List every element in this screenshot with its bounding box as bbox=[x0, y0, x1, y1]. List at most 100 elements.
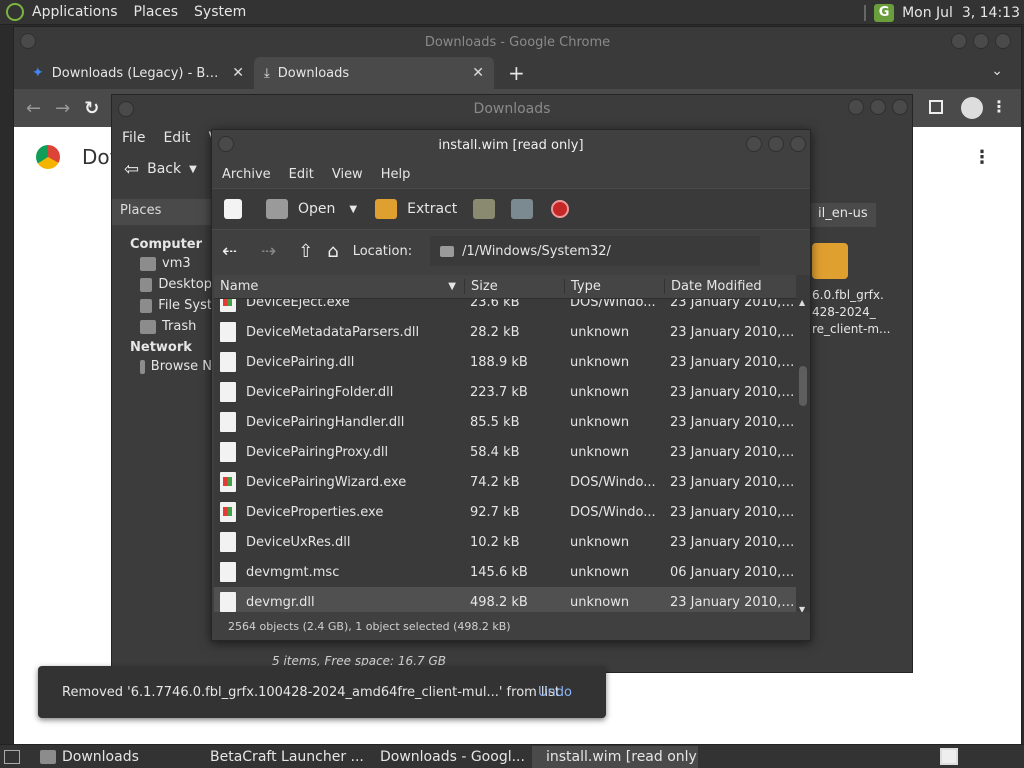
sort-indicator-icon: ▼ bbox=[448, 281, 456, 292]
network-icon bbox=[140, 359, 145, 374]
package-icon[interactable] bbox=[812, 243, 848, 279]
back-dropdown-icon[interactable]: ▼ bbox=[189, 164, 197, 175]
forward-icon[interactable]: ⇢ bbox=[261, 241, 276, 262]
table-row[interactable]: DevicePairingFolder.dll 223.7 kB unknown 23… bbox=[214, 377, 796, 407]
menu-view[interactable]: View bbox=[332, 167, 363, 182]
open-dropdown-icon[interactable]: ▼ bbox=[349, 204, 357, 215]
location-field[interactable]: /1/Windows/System32/ bbox=[430, 236, 761, 266]
cell-name: DevicePairingWizard.exe bbox=[214, 472, 464, 492]
table-row[interactable]: DeviceMetadataParsers.dll 28.2 kB unknown 2… bbox=[214, 317, 796, 347]
new-tab-button[interactable]: + bbox=[508, 61, 525, 85]
vertical-scrollbar[interactable]: ▲ ▼ bbox=[798, 298, 808, 612]
update-icon[interactable]: G bbox=[874, 3, 895, 22]
task-install-wim[interactable]: install.wim [read only] bbox=[532, 745, 698, 768]
show-desktop-icon[interactable] bbox=[4, 749, 20, 764]
task-downloads[interactable]: Downloads bbox=[32, 746, 196, 768]
workspace-switcher-icon[interactable] bbox=[940, 748, 958, 765]
window-menu-button[interactable] bbox=[118, 101, 134, 117]
maximize-button[interactable] bbox=[973, 33, 989, 49]
table-row[interactable]: DeviceUxRes.dll 10.2 kB unknown 23 January … bbox=[214, 527, 796, 557]
profile-avatar-icon[interactable] bbox=[961, 97, 983, 119]
maximize-button[interactable] bbox=[768, 136, 784, 152]
up-icon[interactable]: ⇧ bbox=[298, 241, 313, 262]
page-menu-icon[interactable]: ⋮ bbox=[973, 147, 991, 168]
window-menu-button[interactable] bbox=[20, 33, 36, 49]
menu-edit[interactable]: Edit bbox=[163, 130, 190, 146]
column-header-size[interactable]: Size bbox=[464, 279, 564, 294]
reload-icon[interactable]: ↻ bbox=[84, 98, 99, 119]
new-archive-icon[interactable] bbox=[224, 199, 242, 219]
menu-applications[interactable]: Applications bbox=[32, 4, 118, 20]
sidebar-item-desktop[interactable]: Desktop bbox=[140, 277, 212, 292]
table-row[interactable]: DevicePairingProxy.dll 58.4 kB unknown 23 J… bbox=[214, 437, 796, 467]
sidebar-item-filesystem[interactable]: File Syst bbox=[140, 298, 212, 313]
window-menu-button[interactable] bbox=[218, 136, 234, 152]
drive-icon bbox=[140, 256, 156, 271]
tab-search-icon[interactable]: ⌄ bbox=[991, 63, 1003, 79]
sidebar-item-vm3[interactable]: vm3 bbox=[140, 256, 212, 271]
cell-size: 92.7 kB bbox=[470, 504, 520, 520]
menu-places[interactable]: Places bbox=[134, 4, 179, 20]
maximize-button[interactable] bbox=[870, 99, 886, 115]
scroll-down-icon[interactable]: ▼ bbox=[799, 605, 805, 612]
table-row[interactable]: DevicePairingHandler.dll 85.5 kB unknown 23… bbox=[214, 407, 796, 437]
close-button[interactable] bbox=[995, 33, 1011, 49]
scrollbar-thumb[interactable] bbox=[799, 366, 807, 406]
table-row[interactable]: DevicePairingWizard.exe 74.2 kB DOS/Windo.… bbox=[214, 467, 796, 497]
chrome-window-title: Downloads - Google Chrome bbox=[424, 34, 611, 50]
table-row[interactable]: DevicePairing.dll 188.9 kB unknown 23 Janua… bbox=[214, 347, 796, 377]
table-row[interactable]: devmgr.dll 498.2 kB unknown 23 January 2010… bbox=[214, 587, 796, 612]
table-row[interactable]: DeviceProperties.exe 92.7 kB DOS/Windo... 2… bbox=[214, 497, 796, 527]
close-tab-icon[interactable]: ✕ bbox=[232, 65, 244, 81]
location-label: Location: bbox=[352, 243, 413, 259]
menu-help[interactable]: Help bbox=[381, 167, 411, 182]
menu-edit[interactable]: Edit bbox=[289, 167, 314, 182]
task-chrome[interactable]: Downloads - Googl... bbox=[366, 746, 532, 768]
menu-archive[interactable]: Archive bbox=[222, 167, 271, 182]
chrome-menu-icon[interactable]: ⋮ bbox=[991, 97, 1007, 116]
tab-downloads-legacy[interactable]: ✦ Downloads (Legacy) - Bob Pon ✕ bbox=[14, 57, 254, 89]
clock[interactable]: Mon Jul 3, 14:13 bbox=[902, 5, 1020, 21]
task-betacraft[interactable]: BetaCraft Launcher ... bbox=[196, 746, 366, 768]
menu-system[interactable]: System bbox=[194, 4, 246, 20]
scroll-up-icon[interactable]: ▲ bbox=[799, 298, 805, 307]
tab-downloads[interactable]: ⤓ Downloads ✕ bbox=[254, 57, 494, 89]
column-header-type[interactable]: Type bbox=[564, 279, 664, 294]
back-arrow-icon[interactable]: ← bbox=[26, 98, 41, 119]
forward-arrow-icon[interactable]: → bbox=[55, 98, 70, 119]
back-arrow-icon[interactable]: ⇦ bbox=[124, 159, 139, 180]
file-item-label[interactable]: 6.0.fbl_grfx. 428-2024_ re_client-m... bbox=[812, 287, 890, 338]
column-header-date[interactable]: Date Modified bbox=[664, 279, 796, 294]
menu-file[interactable]: File bbox=[122, 130, 145, 146]
chrome-titlebar[interactable]: Downloads - Google Chrome bbox=[14, 27, 1021, 57]
extract-icon[interactable] bbox=[375, 199, 398, 219]
sidebar-item-trash[interactable]: Trash bbox=[140, 319, 212, 334]
undo-button[interactable]: Undo bbox=[538, 685, 572, 700]
minimize-button[interactable] bbox=[848, 99, 864, 115]
archive-titlebar[interactable]: install.wim [read only] bbox=[212, 130, 810, 160]
close-button[interactable] bbox=[892, 99, 908, 115]
places-dropdown[interactable]: Places bbox=[112, 199, 212, 225]
file-icon bbox=[220, 322, 236, 342]
open-button[interactable]: Open bbox=[298, 201, 335, 217]
extract-button[interactable]: Extract bbox=[407, 201, 457, 217]
open-archive-icon[interactable] bbox=[266, 199, 288, 219]
home-icon[interactable]: ⌂ bbox=[327, 241, 338, 262]
table-row[interactable]: devmgmt.msc 145.6 kB unknown 06 January 201… bbox=[214, 557, 796, 587]
location-bar: ⇠ ⇢ ⇧ ⌂ Location: /1/Windows/System32/ bbox=[212, 230, 810, 272]
back-icon[interactable]: ⇠ bbox=[222, 241, 237, 262]
sidebar-item-browse-network[interactable]: Browse N bbox=[140, 359, 212, 374]
close-button[interactable] bbox=[790, 136, 806, 152]
stop-icon[interactable] bbox=[551, 200, 570, 218]
add-folder-icon[interactable] bbox=[511, 199, 534, 219]
column-header-name[interactable]: Name ▼ bbox=[214, 279, 464, 294]
distro-logo-icon[interactable] bbox=[6, 3, 24, 21]
back-button[interactable]: Back bbox=[147, 161, 181, 177]
minimize-button[interactable] bbox=[951, 33, 967, 49]
path-segment[interactable]: il_en-us bbox=[810, 203, 876, 227]
add-files-icon[interactable] bbox=[473, 199, 496, 219]
close-tab-icon[interactable]: ✕ bbox=[472, 65, 484, 81]
minimize-button[interactable] bbox=[746, 136, 762, 152]
side-panel-icon[interactable] bbox=[929, 100, 943, 114]
file-manager-titlebar[interactable]: Downloads bbox=[112, 95, 912, 123]
